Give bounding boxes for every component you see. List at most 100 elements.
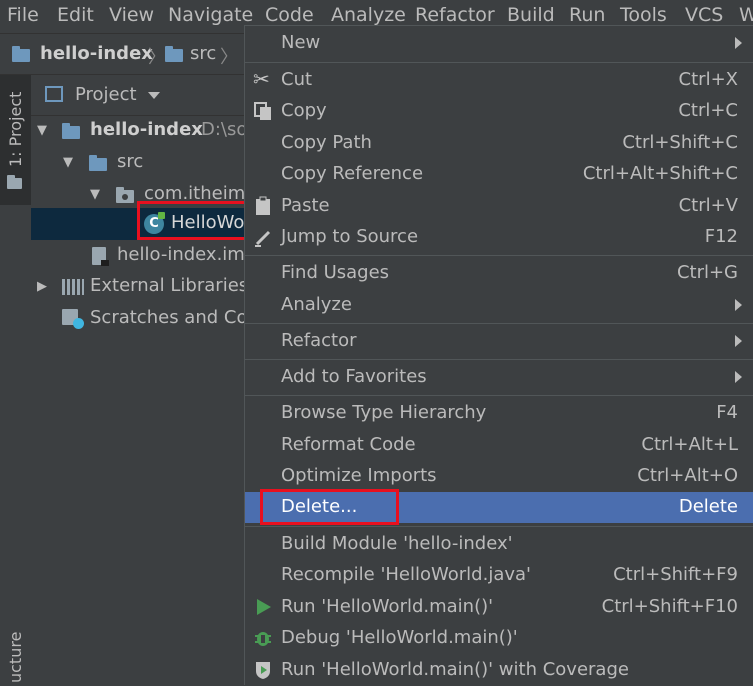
menu-item-label: Paste [281, 195, 330, 216]
tree-item-src[interactable]: ▼ src [31, 147, 253, 179]
project-folder-icon [12, 46, 30, 62]
menu-item-reformat-code[interactable]: Reformat Code Ctrl+Alt+L [245, 430, 753, 461]
breadcrumb-separator: 〉 [148, 47, 166, 68]
menu-item-cut[interactable]: ✂ Cut Ctrl+X [245, 65, 753, 96]
menu-run[interactable]: Run [569, 4, 605, 26]
project-panel: Project ▼ hello-index D:\so ▼ src ▼ com.… [31, 75, 256, 685]
tree-label: hello-index.iml [117, 244, 250, 265]
menu-refactor[interactable]: Refactor [415, 4, 495, 26]
paste-icon [253, 196, 273, 216]
source-folder-icon [89, 155, 107, 171]
tree-label: External Libraries [90, 275, 249, 296]
menu-edit[interactable]: Edit [57, 4, 94, 26]
menu-item-copy-path[interactable]: Copy Path Ctrl+Shift+C [245, 128, 753, 159]
menu-item-label: Cut [281, 69, 313, 90]
menu-item-shortcut: Ctrl+Shift+F10 [601, 596, 738, 617]
menu-item-shortcut: F4 [716, 402, 738, 423]
menu-item-new[interactable]: New [245, 28, 753, 59]
tree-item-external-libraries[interactable]: ▶ External Libraries [31, 271, 253, 303]
menu-item-build-module[interactable]: Build Module 'hello-index' [245, 529, 753, 560]
menu-item-label: Add to Favorites [281, 366, 427, 387]
tree-path: D:\so [201, 119, 248, 140]
menu-item-copy[interactable]: Copy Ctrl+C [245, 96, 753, 127]
tree-item-scratches[interactable]: Scratches and Cor [31, 303, 255, 335]
menu-analyze[interactable]: Analyze [331, 4, 406, 26]
menu-item-paste[interactable]: Paste Ctrl+V [245, 191, 753, 222]
clock-icon [73, 318, 84, 329]
structure-tab-label[interactable]: ucture [6, 632, 25, 683]
menu-separator [245, 255, 753, 256]
menu-separator [245, 359, 753, 360]
highlight-box-delete [260, 489, 399, 525]
menu-item-add-to-favorites[interactable]: Add to Favorites [245, 362, 753, 393]
src-folder-icon [165, 46, 183, 62]
menu-item-optimize-imports[interactable]: Optimize Imports Ctrl+Alt+O [245, 461, 753, 492]
menu-item-browse-type-hierarchy[interactable]: Browse Type Hierarchy F4 [245, 398, 753, 429]
chevron-down-icon[interactable] [148, 92, 160, 99]
menu-item-label: Browse Type Hierarchy [281, 402, 487, 423]
menu-code[interactable]: Code [265, 4, 314, 26]
menu-separator [245, 395, 753, 396]
menu-item-recompile[interactable]: Recompile 'HelloWorld.java' Ctrl+Shift+F… [245, 560, 753, 591]
menu-item-label: Copy [281, 100, 327, 121]
menu-item-shortcut: Ctrl+Alt+Shift+C [582, 163, 738, 184]
breadcrumb-src[interactable]: src [190, 43, 216, 64]
menu-navigate[interactable]: Navigate [168, 4, 253, 26]
tree-label: Scratches and Cor [90, 307, 255, 328]
project-view-title[interactable]: Project [75, 84, 137, 105]
menu-item-run[interactable]: Run 'HelloWorld.main()' Ctrl+Shift+F10 [245, 592, 753, 623]
submenu-arrow-icon [735, 37, 742, 49]
tree-label: hello-index [90, 119, 203, 140]
menu-item-run-with-coverage[interactable]: Run 'HelloWorld.main()' with Coverage [245, 655, 753, 686]
project-panel-header: Project [31, 75, 253, 116]
copy-icon [253, 101, 273, 121]
menu-item-shortcut: Ctrl+C [678, 100, 738, 121]
menu-item-shortcut: F12 [704, 226, 738, 247]
menu-separator [245, 526, 753, 527]
pencil-icon [253, 227, 273, 247]
menu-item-label: Debug 'HelloWorld.main()' [281, 627, 518, 648]
tree-item-root[interactable]: ▼ hello-index D:\so [31, 115, 253, 147]
menu-view[interactable]: View [109, 4, 154, 26]
breadcrumb-separator: 〉 [220, 47, 238, 68]
menu-item-shortcut: Ctrl+Alt+O [637, 465, 738, 486]
expand-arrow-icon[interactable]: ▼ [63, 155, 73, 170]
menu-item-jump-to-source[interactable]: Jump to Source F12 [245, 222, 753, 253]
menu-item-shortcut: Ctrl+Alt+L [641, 434, 738, 455]
menu-vcs[interactable]: VCS [685, 4, 723, 26]
menu-item-refactor[interactable]: Refactor [245, 326, 753, 357]
menu-item-analyze[interactable]: Analyze [245, 290, 753, 321]
menu-tools[interactable]: Tools [620, 4, 667, 26]
menu-item-find-usages[interactable]: Find Usages Ctrl+G [245, 258, 753, 289]
menu-build[interactable]: Build [507, 4, 555, 26]
menu-item-label: Analyze [281, 294, 352, 315]
scissors-icon: ✂ [253, 67, 270, 91]
iml-badge-icon [101, 260, 109, 266]
menu-item-label: Run 'HelloWorld.main()' with Coverage [281, 659, 629, 680]
menu-item-label: Jump to Source [281, 226, 419, 247]
expand-arrow-icon[interactable]: ▼ [37, 123, 47, 138]
coverage-icon [253, 660, 273, 680]
menu-file[interactable]: File [7, 4, 39, 26]
menu-item-label: Copy Path [281, 132, 372, 153]
menu-item-shortcut: Ctrl+Shift+F9 [613, 564, 738, 585]
expand-arrow-icon[interactable]: ▼ [90, 187, 100, 202]
menu-item-label: Optimize Imports [281, 465, 437, 486]
project-tab-label: 1: Project [6, 91, 25, 167]
module-folder-icon [62, 123, 80, 139]
menu-item-label: Reformat Code [281, 434, 416, 455]
tree-item-iml[interactable]: hello-index.iml [31, 240, 253, 272]
menu-item-copy-reference[interactable]: Copy Reference Ctrl+Alt+Shift+C [245, 159, 753, 190]
menu-item-shortcut: Ctrl+Shift+C [622, 132, 738, 153]
menu-separator [245, 323, 753, 324]
expand-arrow-icon[interactable]: ▶ [37, 279, 47, 294]
context-menu: New ✂ Cut Ctrl+X Copy Ctrl+C Copy Path C… [244, 25, 753, 685]
menu-item-shortcut: Delete [678, 496, 738, 517]
menu-item-label: Build Module 'hello-index' [281, 533, 513, 554]
project-tool-tab[interactable]: 1: Project [0, 75, 31, 205]
menu-item-debug[interactable]: Debug 'HelloWorld.main()' [245, 623, 753, 654]
breadcrumb-project[interactable]: hello-index [40, 43, 153, 64]
debug-icon [253, 628, 273, 648]
menu-window[interactable]: W [739, 4, 753, 26]
run-icon [253, 597, 273, 617]
